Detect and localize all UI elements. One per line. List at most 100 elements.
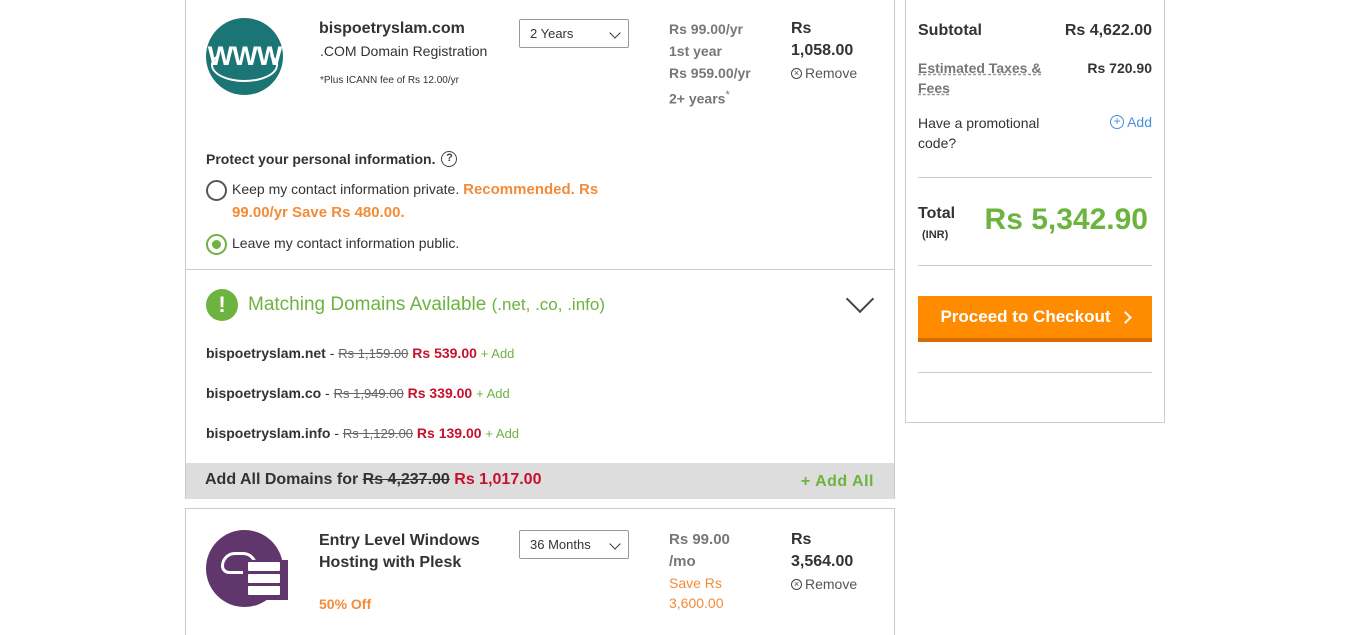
close-circle-icon: × [791, 578, 802, 590]
add-domain-button[interactable]: + Add [485, 426, 519, 441]
private-option-text: Keep my contact information private. [232, 181, 460, 197]
recommended-price-text: 99.00/yr Save Rs 480.00. [232, 204, 405, 221]
add-domain-button[interactable]: + Add [476, 386, 510, 401]
chevron-down-icon[interactable] [845, 284, 875, 314]
chevron-right-icon [1118, 310, 1132, 324]
hosting-price: Rs 99.00 [669, 531, 730, 548]
hosting-name-line2: Hosting with Plesk [319, 554, 462, 571]
domain-remove-button[interactable]: × Remove [791, 62, 857, 84]
privacy-section-title: Protect your personal information. ? [206, 151, 458, 167]
alert-icon: ! [206, 289, 238, 321]
separator: - [330, 425, 343, 441]
remove-label: Remove [805, 576, 858, 592]
sale-price: Rs 139.00 [416, 425, 482, 441]
domain-term-select[interactable]: 2 Years [519, 19, 629, 48]
domain-cart-item: WWW bispoetryslam.com .COM Domain Regist… [185, 0, 895, 499]
line-total-currency: Rs [791, 20, 812, 37]
hosting-remove-button[interactable]: × Remove [791, 573, 857, 595]
matching-domains-title[interactable]: Matching Domains Available (.net, .co, .… [248, 294, 605, 316]
add-all-button[interactable]: + Add All [801, 473, 874, 491]
tax-label[interactable]: Estimated Taxes & Fees [918, 58, 1041, 98]
add-promo-label: Add [1127, 114, 1152, 130]
hosting-cart-item: Entry Level Windows Hosting with Plesk 5… [185, 508, 895, 635]
tax-label-line1: Estimated Taxes & [918, 60, 1042, 76]
add-promo-button[interactable]: + Add [1110, 114, 1152, 130]
sale-price: Rs 339.00 [407, 385, 473, 401]
domain-line-total: Rs 1,058.00 [791, 18, 853, 62]
privacy-public-radio[interactable] [206, 234, 227, 255]
add-domain-button[interactable]: + Add [481, 346, 515, 361]
savings-label: Save Rs [669, 575, 722, 591]
add-all-sale-price: Rs 1,017.00 [454, 471, 542, 488]
discount-badge: 50% Off [319, 596, 372, 612]
promo-label-line1: Have a promotional [918, 115, 1040, 131]
price-renewal: Rs 959.00/yr [669, 65, 751, 81]
add-all-text: Add All Domains for Rs 4,237.00 Rs 1,017… [205, 471, 541, 489]
total-value: Rs 5,342.90 [984, 203, 1148, 236]
hosting-line-total: Rs 3,564.00 [791, 529, 853, 573]
privacy-title-text: Protect your personal information. [206, 151, 436, 167]
price-first-year-label: 1st year [669, 43, 722, 59]
price-renewal-text: 2+ years [669, 90, 726, 107]
help-icon[interactable]: ? [441, 151, 458, 167]
line-total-amount: 1,058.00 [791, 42, 854, 59]
hosting-price-info: Rs 99.00 /mo [669, 529, 730, 573]
recommended-text: Recommended. Rs [463, 181, 599, 198]
order-summary: Subtotal Rs 4,622.00 Estimated Taxes & F… [905, 0, 1165, 423]
domain-name: bispoetryslam.co [206, 385, 322, 401]
add-all-prefix: Add All Domains for [205, 471, 359, 488]
tax-label-line2: Fees [918, 80, 950, 96]
matching-domain-row: bispoetryslam.net - Rs 1,159.00 Rs 539.0… [206, 345, 514, 361]
total-label: Total [918, 205, 956, 222]
sale-price: Rs 539.00 [412, 345, 477, 361]
subtotal-value: Rs 4,622.00 [1064, 22, 1152, 39]
matching-domain-row: bispoetryslam.info - Rs 1,129.00 Rs 139.… [206, 425, 519, 441]
www-logo-text: WWW [207, 41, 282, 71]
hosting-price-unit: /mo [669, 553, 696, 570]
www-globe-icon: WWW [206, 18, 283, 95]
proceed-to-checkout-button[interactable]: Proceed to Checkout [918, 296, 1152, 342]
hosting-term-select[interactable]: 36 Months [519, 530, 629, 559]
icann-fee-note: *Plus ICANN fee of Rs 12.00/yr [320, 75, 459, 86]
chevron-down-icon [609, 538, 621, 550]
plus-circle-icon: + [1110, 115, 1125, 129]
subtotal-label: Subtotal [918, 22, 982, 39]
savings-amount: 3,600.00 [669, 595, 724, 611]
privacy-private-radio[interactable] [206, 180, 227, 201]
checkout-label: Proceed to Checkout [940, 307, 1111, 326]
chevron-down-icon [609, 27, 621, 39]
old-price: Rs 1,129.00 [342, 426, 414, 441]
domain-name: bispoetryslam.com [319, 20, 465, 37]
domain-product-type: .COM Domain Registration [320, 43, 488, 59]
promo-label: Have a promotional code? [918, 113, 1039, 153]
hosting-savings: Save Rs 3,600.00 [669, 573, 724, 613]
domain-name: bispoetryslam.info [206, 425, 331, 441]
domain-name: bispoetryslam.net [206, 345, 326, 361]
close-circle-icon: × [791, 67, 802, 79]
add-all-old-price: Rs 4,237.00 [362, 471, 450, 488]
separator: - [325, 345, 339, 361]
old-price: Rs 1,159.00 [338, 346, 409, 361]
section-divider [186, 269, 894, 270]
summary-divider [918, 177, 1152, 178]
privacy-private-label[interactable]: Keep my contact information private. Rec… [232, 178, 632, 224]
line-total-amount: 3,564.00 [791, 553, 854, 570]
add-all-bar: Add All Domains for Rs 4,237.00 Rs 1,017… [186, 463, 894, 499]
summary-divider [918, 372, 1152, 373]
matching-title-text: Matching Domains Available [248, 294, 487, 315]
privacy-public-label[interactable]: Leave my contact information public. [232, 232, 459, 254]
price-first-year: Rs 99.00/yr [669, 21, 743, 37]
remove-label: Remove [805, 65, 858, 81]
hosting-name: Entry Level Windows Hosting with Plesk [319, 530, 480, 574]
hosting-term-value: 36 Months [530, 537, 591, 552]
cloud-server-icon [206, 530, 288, 607]
old-price: Rs 1,949.00 [333, 386, 404, 401]
summary-divider [918, 265, 1152, 266]
tax-value: Rs 720.90 [1087, 60, 1152, 76]
line-total-currency: Rs [791, 531, 812, 548]
matching-domain-row: bispoetryslam.co - Rs 1,949.00 Rs 339.00… [206, 385, 510, 401]
price-renewal-label: 2+ years* [669, 84, 751, 110]
separator: - [321, 385, 334, 401]
hosting-name-line1: Entry Level Windows [319, 532, 480, 549]
total-currency: (INR) [922, 229, 949, 241]
